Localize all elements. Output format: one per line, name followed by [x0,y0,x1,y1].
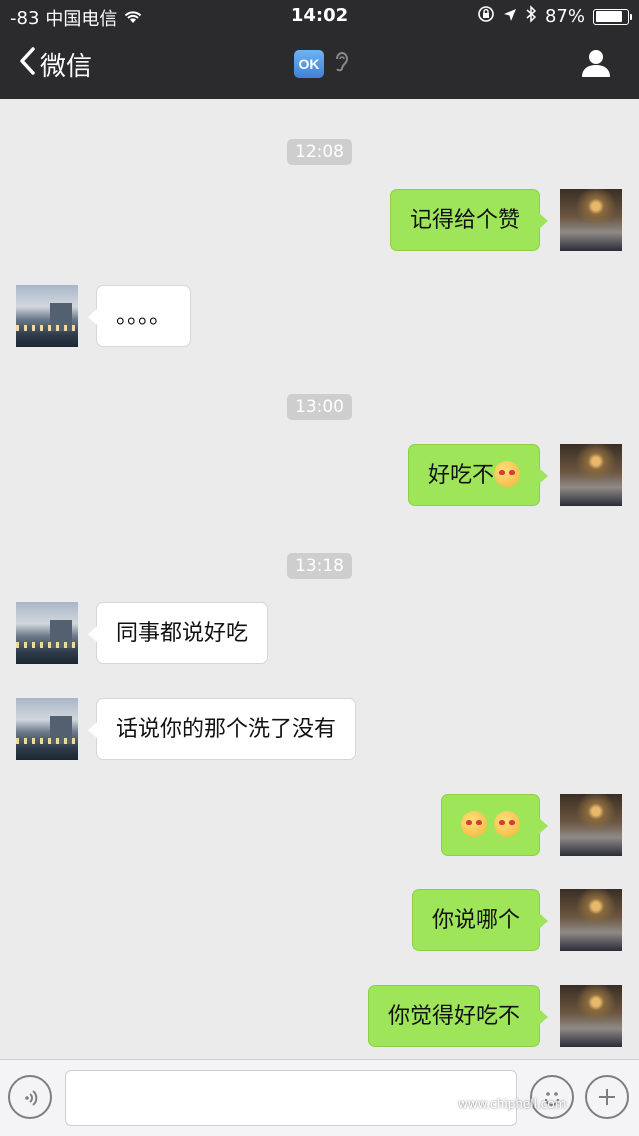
message-text: 你觉得好吃不 [387,1004,520,1029]
received-bubble[interactable]: 。。。。 [87,285,192,347]
watermark: www.chiphell.com [458,1097,567,1111]
back-button[interactable]: 微信 [18,46,92,83]
chevron-left-icon [18,46,36,83]
location-icon [503,6,517,27]
contact-avatar[interactable] [16,285,78,347]
message-list[interactable]: 12:08 记得给个赞 。。。。 13:00 好吃不 13:18 同事都说好吃 … [0,99,639,1059]
top-bar: -83 中国电信 14:02 87% 微信 OK [0,0,639,99]
message-text: 你说哪个 [431,908,520,933]
timestamp-label: 13:00 [287,394,352,420]
my-avatar[interactable] [560,889,622,951]
back-label: 微信 [40,52,93,82]
message-row: 话说你的那个洗了没有 [0,698,639,762]
timestamp: 12:08 [0,139,639,165]
my-avatar[interactable] [560,985,622,1047]
sent-bubble[interactable]: 你觉得好吃不 [367,985,549,1047]
voice-input-button[interactable] [8,1075,52,1119]
message-row: 同事都说好吃 [0,602,639,666]
ok-badge-icon: OK [294,50,324,78]
contact-avatar[interactable] [16,602,78,664]
earpiece-mode-icon [334,50,350,78]
timestamp-label: 13:18 [287,553,352,579]
message-row [0,794,639,858]
timestamp: 13:00 [0,394,639,420]
person-icon [581,50,611,82]
contact-avatar[interactable] [16,698,78,760]
chat-title: OK [294,50,350,78]
sent-bubble[interactable]: 你说哪个 [411,889,549,951]
plus-icon [597,1087,617,1111]
heart-eyes-emoji-icon [494,811,520,837]
heart-eyes-emoji-icon [461,811,487,837]
surprised-emoji-icon [494,461,520,487]
chat-info-button[interactable] [581,48,611,82]
message-text: 话说你的那个洗了没有 [116,717,337,742]
sent-bubble[interactable]: 好吃不 [407,444,549,506]
message-text: 。。。。 [116,304,172,329]
message-text: 同事都说好吃 [116,621,249,646]
message-row: 好吃不 [0,444,639,508]
message-row: 记得给个赞 [0,189,639,253]
battery-percent: 87% [544,6,585,27]
sent-bubble[interactable] [441,794,548,856]
timestamp: 13:18 [0,553,639,579]
message-input[interactable] [65,1070,517,1126]
voice-icon [19,1086,43,1114]
message-row: 你觉得好吃不 [0,985,639,1049]
rotation-lock-icon [477,5,495,28]
nav-bar: 微信 OK [0,34,639,99]
message-text: 记得给个赞 [409,208,520,233]
timestamp-label: 12:08 [287,139,352,165]
received-bubble[interactable]: 同事都说好吃 [87,602,269,664]
message-row: 。。。。 [0,285,639,349]
status-right: 87% [477,5,632,28]
battery-icon [593,8,632,25]
message-text: 好吃不 [427,463,494,488]
my-avatar[interactable] [560,189,622,251]
message-row: 你说哪个 [0,889,639,953]
battery-fill [595,11,623,22]
my-avatar[interactable] [560,794,622,856]
received-bubble[interactable]: 话说你的那个洗了没有 [87,698,357,760]
bluetooth-icon [525,5,537,28]
my-avatar[interactable] [560,444,622,506]
more-options-button[interactable] [585,1075,629,1119]
sent-bubble[interactable]: 记得给个赞 [389,189,549,251]
status-bar: -83 中国电信 14:02 87% [0,0,639,34]
